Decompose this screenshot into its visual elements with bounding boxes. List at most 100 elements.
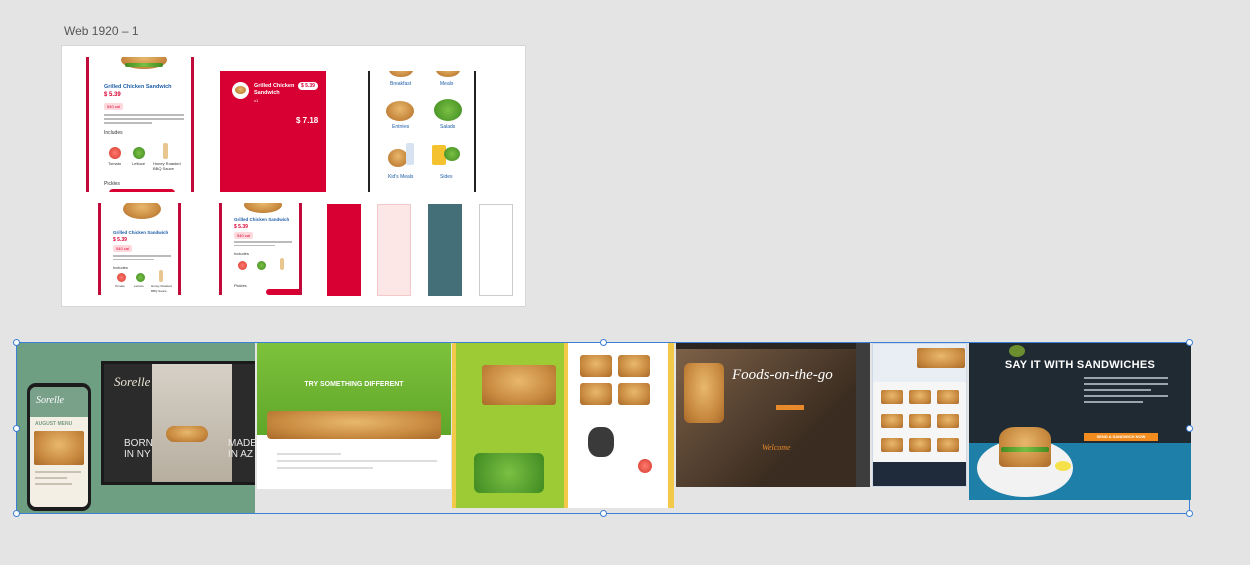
wrapped-sandwich-photo: [684, 363, 724, 423]
grid-item: [909, 414, 931, 428]
menu-lines: [35, 471, 81, 485]
grid-item: [881, 414, 903, 428]
moodboard-image-foods-on-the-go[interactable]: Foods-on-the-go Welcome: [676, 343, 870, 487]
category-image: [444, 147, 460, 161]
cart-total: $ 7.18: [296, 116, 319, 125]
food-spread-photo: [267, 411, 441, 439]
phone-screen: Sorelle AUGUST MENU: [30, 387, 88, 507]
moodboard-image-catering-grid[interactable]: [872, 343, 967, 487]
ingredient-label: Tomato: [108, 161, 122, 166]
category-label[interactable]: Kid's Meals: [388, 174, 413, 180]
cta-bar: [776, 405, 804, 410]
made-in-az-text: MADE IN AZ: [228, 438, 255, 460]
resize-handle-top-center[interactable]: [600, 339, 607, 346]
content-lines: [277, 453, 437, 469]
banner-photo: [917, 348, 965, 368]
phone-logo: Sorelle: [36, 395, 64, 406]
pickles-row[interactable]: Pickles: [104, 181, 120, 187]
color-swatch-teal[interactable]: [428, 204, 462, 296]
laptop-screen: Sorelle BORN IN NY MADE IN AZ: [101, 361, 255, 485]
category-image: [389, 71, 413, 77]
product-title: Grilled Chicken Sandwich: [104, 84, 172, 90]
product-title: Grilled Chicken Sandwich: [113, 230, 169, 235]
sorelle-logo: Sorelle: [114, 374, 151, 389]
tomato-icon: [109, 147, 121, 159]
brand-badge: [1009, 345, 1025, 357]
category-label[interactable]: Breakfast: [390, 81, 411, 87]
sandwich-lettuce: [125, 63, 163, 67]
color-swatch-white[interactable]: [479, 204, 513, 296]
grid-item: [881, 390, 903, 404]
grid-item: [937, 438, 959, 452]
product-title: Grilled Chicken Sandwich: [234, 217, 290, 222]
color-swatch-red[interactable]: [327, 204, 361, 296]
phone-product-detail[interactable]: Grilled Chicken Sandwich $ 5.39 540 cal …: [86, 57, 194, 192]
category-label[interactable]: Meals: [440, 81, 453, 87]
foods-on-the-go-script: Foods-on-the-go: [732, 367, 833, 383]
ingredient-label: Lettuce: [134, 284, 144, 288]
includes-heading: Includes: [104, 130, 123, 136]
phone-mockup: Sorelle AUGUST MENU: [27, 383, 91, 511]
resize-handle-middle-right[interactable]: [1186, 425, 1193, 432]
phone-cart[interactable]: Grilled Chicken Sandwich x1 $ 5.39 $ 7.1…: [220, 71, 326, 192]
description-lines: [104, 114, 184, 124]
category-image: [388, 149, 408, 167]
category-image: [436, 71, 460, 77]
calorie-tag: 540 cal: [234, 232, 253, 239]
moodboard-image-sorelle[interactable]: Sorelle BORN IN NY MADE IN AZ Sorelle AU…: [17, 343, 255, 513]
category-image: [386, 101, 414, 121]
pickles-row[interactable]: Pickles: [234, 283, 247, 288]
phone-product-detail-small[interactable]: Grilled Chicken Sandwich $ 5.39 540 cal …: [98, 203, 181, 295]
description-lines: [234, 241, 292, 246]
cart-item-title: Grilled Chicken Sandwich: [254, 83, 295, 96]
moodboard-image-say-it-with-sandwiches[interactable]: SAY IT WITH SANDWICHES SEND A SANDWICH N…: [969, 343, 1191, 500]
tomato-icon: [117, 273, 126, 282]
sauce-icon: [163, 143, 168, 159]
category-image: [434, 99, 462, 121]
lemon-slice: [1055, 461, 1071, 471]
moodboard-selection[interactable]: Sorelle BORN IN NY MADE IN AZ Sorelle AU…: [13, 339, 1193, 517]
ingredient-label: Tomato: [115, 284, 125, 288]
artboard-label[interactable]: Web 1920 – 1: [64, 24, 139, 38]
artboard[interactable]: Grilled Chicken Sandwich $ 5.39 540 cal …: [61, 45, 526, 307]
sandwich-photo: [618, 383, 650, 405]
ingredient-label: Lettuce: [132, 161, 146, 166]
resize-handle-bottom-right[interactable]: [1186, 510, 1193, 517]
page-footer: [873, 462, 966, 486]
color-swatch-pink[interactable]: [377, 204, 411, 296]
say-it-with-sandwiches-headline: SAY IT WITH SANDWICHES: [1004, 359, 1156, 371]
copy-lines: [1084, 377, 1168, 403]
calorie-tag: 540 cal: [113, 245, 132, 252]
category-label[interactable]: Sides: [440, 174, 453, 180]
price-badge: $ 5.39: [298, 82, 318, 90]
editor-panel: [856, 343, 870, 487]
resize-handle-bottom-left[interactable]: [13, 510, 20, 517]
add-to-bag-button[interactable]: [266, 289, 299, 295]
born-in-ny-text: BORN IN NY: [124, 438, 153, 460]
moodboard-image-green-site[interactable]: TRY SOMETHING DIFFERENT: [257, 343, 451, 489]
category-label[interactable]: Entrées: [392, 124, 409, 130]
august-menu-text: AUGUST MENU: [35, 421, 73, 427]
resize-handle-middle-left[interactable]: [13, 425, 20, 432]
dark-food-photo: [588, 427, 614, 457]
includes-heading: Includes: [234, 251, 249, 256]
moodboard-image-magazine[interactable]: [452, 343, 674, 508]
grid-item: [909, 438, 931, 452]
sandwich-photo: [166, 426, 208, 442]
category-label[interactable]: Salads: [440, 124, 455, 130]
phone-product-detail-partial[interactable]: Grilled Chicken Sandwich $ 5.39 540 cal …: [219, 203, 302, 295]
grid-item: [909, 390, 931, 404]
sandwich-filling: [1001, 447, 1049, 452]
includes-heading: Includes: [113, 265, 128, 270]
sauce-icon: [280, 258, 284, 270]
resize-handle-bottom-center[interactable]: [600, 510, 607, 517]
grid-item: [937, 390, 959, 404]
add-to-bag-button[interactable]: [109, 189, 175, 192]
sandwich-photo: [580, 383, 612, 405]
tomato-photo: [638, 459, 652, 473]
phone-menu-categories[interactable]: Breakfast Meals Entrées Salads Kid's Mea…: [368, 71, 476, 192]
ingredient-label: Honey Roasted BBQ Sauce: [151, 284, 172, 293]
resize-handle-top-left[interactable]: [13, 339, 20, 346]
sauce-icon: [159, 270, 163, 282]
resize-handle-top-right[interactable]: [1186, 339, 1193, 346]
